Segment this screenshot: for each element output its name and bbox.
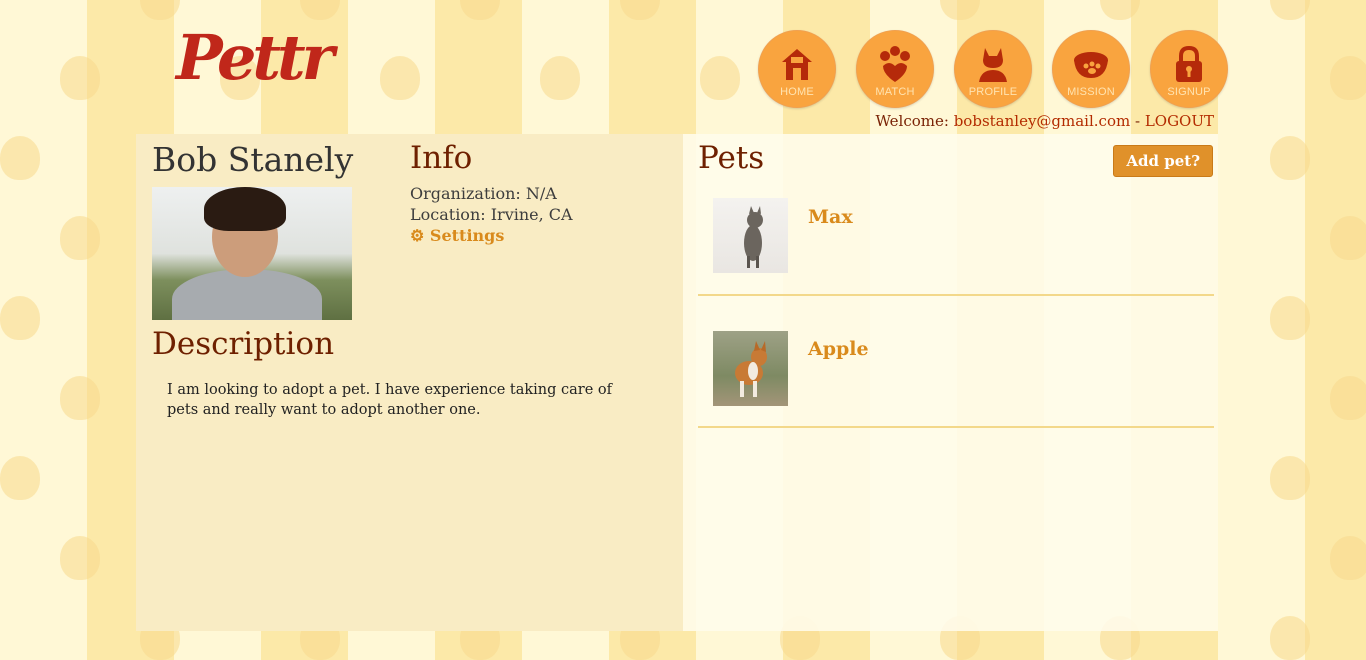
pet-photo-max[interactable] bbox=[713, 198, 788, 273]
user-email-link[interactable]: bobstanley@gmail.com bbox=[954, 112, 1131, 130]
logo[interactable]: Pettr bbox=[176, 10, 334, 106]
nav-signup-label: SIGNUP bbox=[1167, 86, 1211, 98]
pets-panel: Pets Add pet? Max Apple bbox=[683, 134, 1218, 631]
house-icon bbox=[782, 49, 812, 80]
nav-signup-button[interactable]: SIGNUP bbox=[1150, 30, 1228, 108]
organization-text: Organization: N/A bbox=[410, 184, 557, 203]
description-text: I am looking to adopt a pet. I have expe… bbox=[167, 382, 613, 418]
nav-profile-button[interactable]: PROFILE bbox=[954, 30, 1032, 108]
nav-match-label: MATCH bbox=[875, 86, 915, 98]
profile-name: Bob Stanely bbox=[152, 140, 354, 179]
avatar bbox=[152, 187, 352, 320]
pet-list-item[interactable]: Max bbox=[698, 164, 1214, 296]
settings-link[interactable]: ⚙ Settings bbox=[410, 226, 504, 245]
pet-name-max[interactable]: Max bbox=[808, 206, 853, 228]
description-heading: Description bbox=[152, 326, 335, 362]
nav-match-button[interactable]: MATCH bbox=[856, 30, 934, 108]
paw-heart-icon bbox=[880, 46, 910, 82]
welcome-separator: - bbox=[1130, 112, 1145, 130]
nav-mission-label: MISSION bbox=[1067, 86, 1115, 98]
cat-silhouette-icon bbox=[979, 48, 1007, 82]
pet-bowl-icon bbox=[1074, 52, 1108, 78]
gear-icon: ⚙ bbox=[410, 226, 425, 245]
lock-icon bbox=[1176, 45, 1202, 82]
nav-home-button[interactable]: HOME bbox=[758, 30, 836, 108]
nav-profile-label: PROFILE bbox=[968, 86, 1018, 98]
pet-photo-apple[interactable] bbox=[713, 331, 788, 406]
location-text: Location: Irvine, CA bbox=[410, 205, 573, 224]
settings-label: Settings bbox=[429, 226, 505, 245]
logout-link[interactable]: LOGOUT bbox=[1145, 112, 1214, 130]
pet-list-item[interactable]: Apple bbox=[698, 296, 1214, 428]
profile-panel: Bob Stanely Info Organization: N/A Locat… bbox=[136, 134, 683, 631]
info-heading: Info bbox=[410, 140, 473, 176]
main-nav: HOME MATCH PROFILE MISSION SIGNUP bbox=[758, 30, 1228, 108]
nav-home-label: HOME bbox=[780, 86, 814, 98]
welcome-prefix: Welcome: bbox=[875, 112, 954, 130]
welcome-bar: Welcome: bobstanley@gmail.com - LOGOUT bbox=[875, 112, 1214, 130]
nav-mission-button[interactable]: MISSION bbox=[1052, 30, 1130, 108]
pet-name-apple[interactable]: Apple bbox=[808, 338, 869, 360]
